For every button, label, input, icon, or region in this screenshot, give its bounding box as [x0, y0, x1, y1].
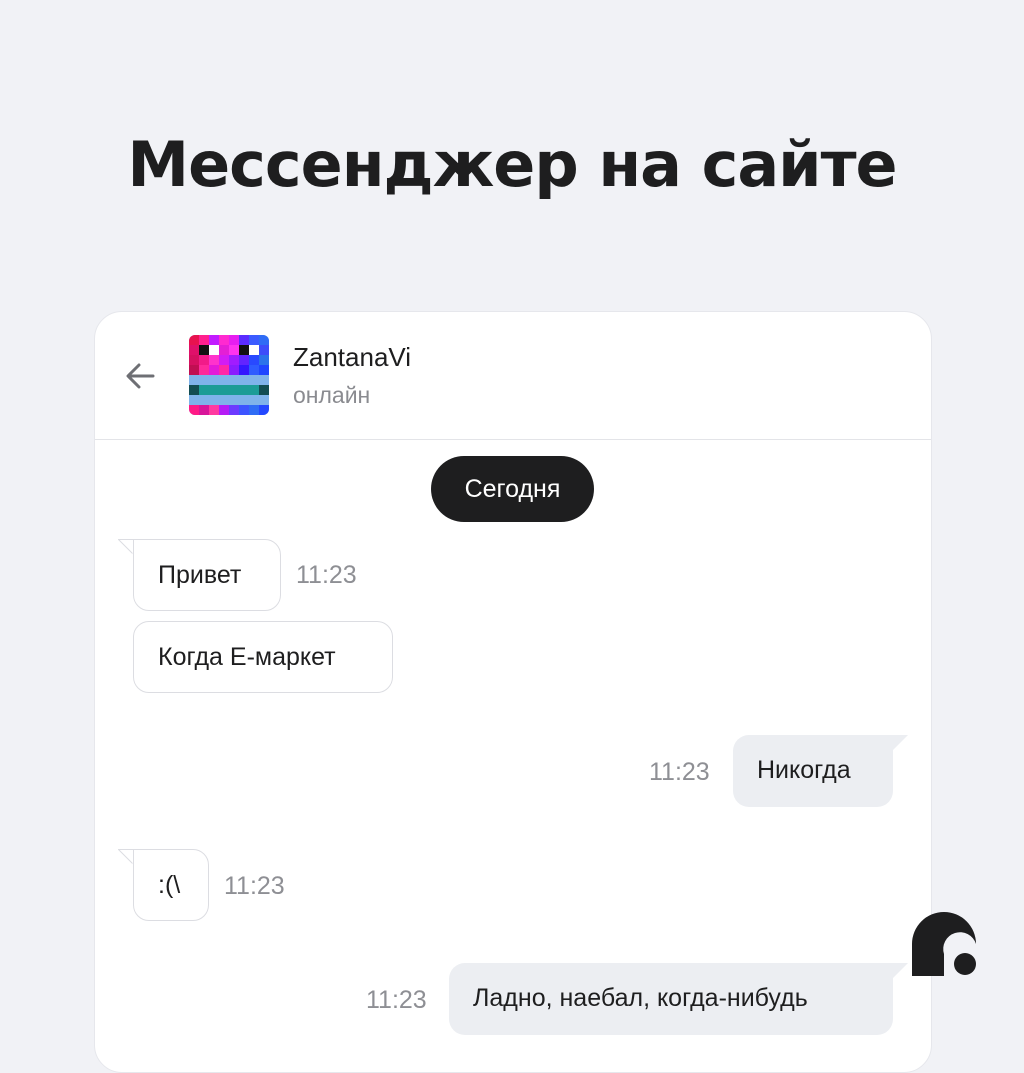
- back-button[interactable]: [121, 356, 161, 396]
- message-bubble[interactable]: Когда Е-маркет: [133, 621, 393, 693]
- message-time: 11:23: [224, 872, 285, 900]
- bubble-tail: [118, 539, 134, 555]
- contact-status: онлайн: [293, 382, 371, 408]
- brand-logo-icon: [912, 912, 976, 976]
- bubble-tail: [892, 963, 908, 979]
- arrow-left-icon: [126, 363, 155, 389]
- message-bubble[interactable]: Никогда: [733, 735, 893, 807]
- pixel-avatar-image: [189, 335, 269, 415]
- message-bubble[interactable]: :(\: [133, 849, 209, 921]
- page-title: Мессенджер на сайте: [127, 128, 897, 201]
- contact-name[interactable]: ZantanaVi: [293, 342, 411, 373]
- message-bubble[interactable]: Ладно, наебал, когда-нибудь: [449, 963, 893, 1035]
- date-separator: Сегодня: [431, 456, 594, 522]
- bubble-tail: [118, 849, 134, 865]
- bubble-tail: [892, 735, 908, 751]
- chat-header: ZantanaVi онлайн: [95, 312, 931, 440]
- avatar[interactable]: [189, 335, 269, 415]
- message-time: 11:23: [296, 561, 357, 589]
- chat-window: ZantanaVi онлайн Сегодня Привет 11:23 Ко…: [94, 311, 932, 1073]
- message-time: 11:23: [649, 758, 710, 786]
- message-time: 11:23: [366, 986, 427, 1014]
- message-bubble[interactable]: Привет: [133, 539, 281, 611]
